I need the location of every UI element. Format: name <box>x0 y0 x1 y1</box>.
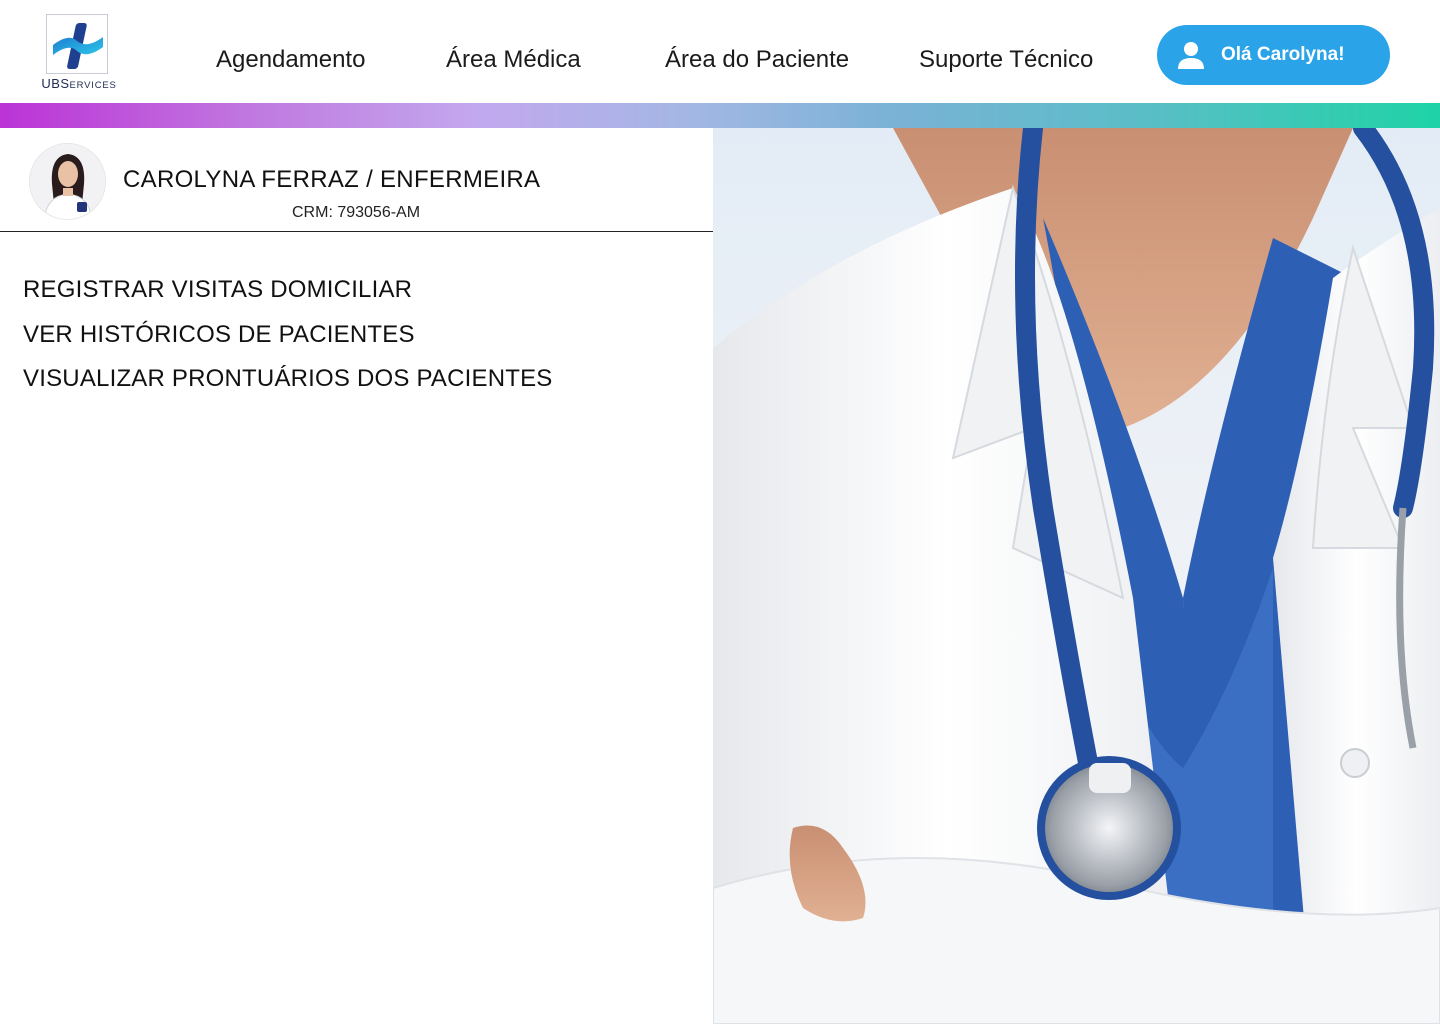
menu-ver-historicos[interactable]: VER HISTÓRICOS DE PACIENTES <box>23 313 553 358</box>
nav-area-medica[interactable]: Área Médica <box>446 46 581 74</box>
nav-suporte-tecnico[interactable]: Suporte Técnico <box>919 46 1093 74</box>
menu-visualizar-prontuarios[interactable]: VISUALIZAR PRONTUÁRIOS DOS PACIENTES <box>23 357 553 402</box>
user-icon <box>1175 39 1207 71</box>
hero-doctor-image <box>713 128 1440 1024</box>
profile-crm: CRM: 793056-AM <box>292 204 421 221</box>
left-panel: CAROLYNA FERRAZ / ENFERMEIRA CRM: 793056… <box>0 128 713 1024</box>
top-header: UBSERVICES Agendamento Área Médica Área … <box>0 0 1440 103</box>
user-greeting-button[interactable]: Olá Carolyna! <box>1157 25 1390 85</box>
ubservices-logo[interactable]: UBSERVICES <box>36 14 122 94</box>
action-menu: REGISTRAR VISITAS DOMICILIAR VER HISTÓRI… <box>23 268 553 402</box>
user-greeting-label: Olá Carolyna! <box>1221 44 1345 65</box>
logo-cross-icon <box>46 14 108 74</box>
nav-agendamento[interactable]: Agendamento <box>216 46 365 74</box>
nav-area-paciente[interactable]: Área do Paciente <box>665 46 849 74</box>
profile-name: CAROLYNA FERRAZ / ENFERMEIRA <box>123 166 541 193</box>
profile-card: CAROLYNA FERRAZ / ENFERMEIRA CRM: 793056… <box>0 128 713 232</box>
avatar <box>29 143 106 220</box>
menu-registrar-visitas[interactable]: REGISTRAR VISITAS DOMICILIAR <box>23 268 553 313</box>
logo-wordmark: UBSERVICES <box>41 76 117 91</box>
gradient-divider <box>0 103 1440 128</box>
